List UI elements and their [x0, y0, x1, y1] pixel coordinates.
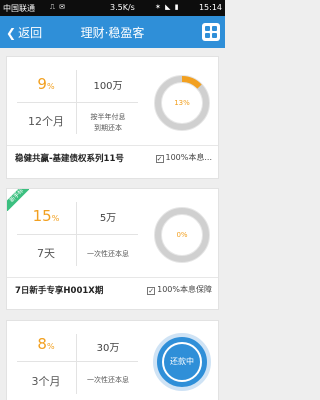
- product-name: 稳健共赢-基建债权系列11号: [15, 154, 124, 164]
- progress-percent: 13%: [174, 99, 190, 107]
- grid-menu-icon[interactable]: [202, 23, 220, 41]
- progress-ring: 0%: [153, 206, 211, 264]
- notification-icons: ⎍ ✉: [50, 3, 66, 11]
- divider: [7, 277, 218, 278]
- repaying-status-ring: 还款中: [153, 333, 211, 391]
- investment-period: 3个月: [31, 375, 61, 388]
- progress-ring: 13%: [153, 74, 211, 132]
- interest-rate: 8%: [17, 335, 75, 353]
- divider: [17, 361, 138, 362]
- payment-method-line1: 一次性还本息: [87, 376, 129, 384]
- progress-percent: 0%: [176, 231, 188, 239]
- guarantee-tag: ✓ 100%本息...: [155, 152, 213, 163]
- signal-icons: ✶ ◣ ▮: [155, 3, 180, 11]
- divider: [17, 234, 138, 235]
- total-amount: 30万: [96, 343, 120, 354]
- product-card[interactable]: 9% 12个月 100万 按半年付息 到期还本 13% 稳健共赢-基建债权系列1…: [6, 56, 219, 179]
- clock: 15:14: [198, 3, 222, 12]
- divider: [7, 145, 218, 146]
- status-bar: 中国联通 ⎍ ✉ 3.5K/s ✶ ◣ ▮ 15:14: [0, 0, 225, 16]
- network-speed: 3.5K/s: [110, 3, 135, 12]
- carrier-name: 中国联通: [3, 4, 35, 13]
- product-name: 7日新手专享H001X期: [15, 286, 104, 296]
- product-card[interactable]: 8% 3个月 30万 一次性还本息 还款中: [6, 320, 219, 400]
- guarantee-label: 100%本息保障: [157, 285, 212, 294]
- status-label: 还款中: [162, 342, 202, 382]
- checkbox-icon: ✓: [155, 155, 164, 163]
- rate-value: 9: [37, 75, 47, 93]
- checkbox-icon: ✓: [147, 287, 156, 295]
- rate-value: 15: [32, 207, 52, 225]
- investment-period: 12个月: [28, 115, 64, 128]
- nav-bar: ❮ 返回 理财·稳盈客: [0, 16, 225, 48]
- total-amount: 5万: [99, 213, 117, 224]
- payment-method-line1: 按半年付息: [90, 113, 126, 121]
- product-card[interactable]: 新手标 15% 7天 5万 一次性还本息 0% 7日新手专享H001X期 ✓ 10…: [6, 188, 219, 310]
- page-title: 理财·稳盈客: [80, 26, 145, 40]
- divider: [17, 102, 138, 103]
- interest-rate: 9%: [17, 75, 75, 93]
- payment-method-line1: 一次性还本息: [87, 250, 129, 258]
- payment-method-line2: 到期还本: [94, 124, 122, 132]
- total-amount: 100万: [93, 81, 123, 92]
- investment-period: 7天: [37, 247, 55, 260]
- rate-unit: %: [51, 214, 60, 223]
- divider: [76, 334, 77, 394]
- rate-unit: %: [46, 342, 55, 351]
- interest-rate: 15%: [17, 207, 75, 225]
- rate-unit: %: [46, 82, 55, 91]
- guarantee-tag: ✓ 100%本息保障: [147, 284, 212, 295]
- rate-value: 8: [37, 335, 47, 353]
- guarantee-label: 100%本息...: [165, 153, 213, 162]
